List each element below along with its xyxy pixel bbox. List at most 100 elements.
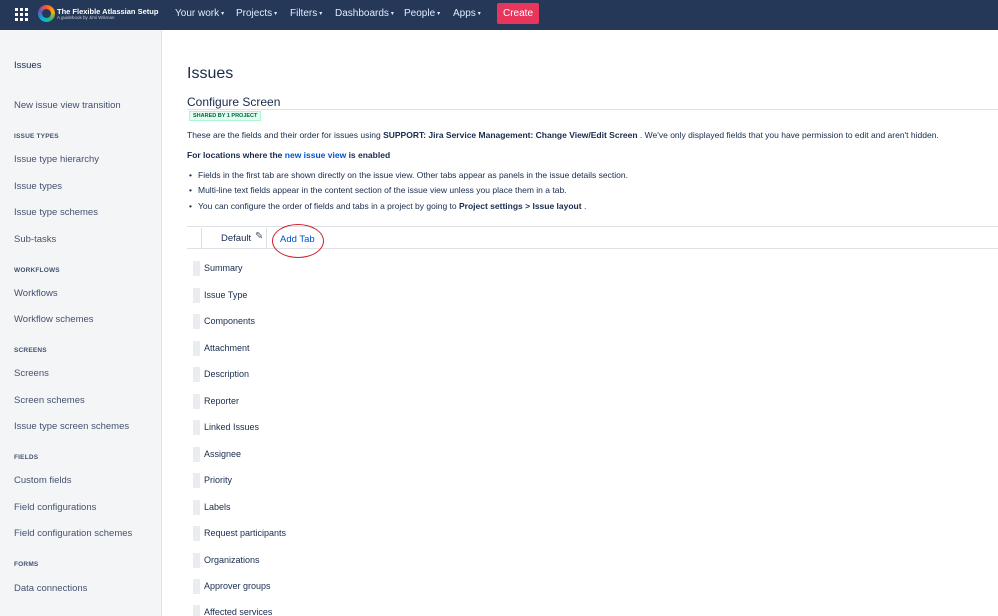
field-row[interactable]: Reporter <box>193 393 393 409</box>
pencil-icon[interactable]: ✎ <box>255 231 263 242</box>
description-text: . We've only displayed fields that you h… <box>637 130 939 140</box>
sidebar-item-screens[interactable]: Screens <box>14 368 49 379</box>
nav-label: Your work <box>175 8 220 19</box>
field-label: Affected services <box>204 607 273 616</box>
field-row[interactable]: Linked Issues <box>193 419 393 435</box>
field-row[interactable]: Attachment <box>193 340 393 356</box>
sidebar-item-data-connections[interactable]: Data connections <box>14 583 87 594</box>
drag-handle-icon[interactable] <box>193 394 200 409</box>
main-content: Issues Configure Screen SHARED BY 1 PROJ… <box>187 30 998 616</box>
locations-text: is enabled <box>346 150 391 160</box>
field-label: Linked Issues <box>204 422 260 432</box>
chevron-down-icon: ▾ <box>477 11 481 17</box>
field-label: Priority <box>204 475 233 485</box>
field-row[interactable]: Assignee <box>193 446 393 462</box>
sidebar-item-custom-fields[interactable]: Custom fields <box>14 475 72 486</box>
field-label: Labels <box>204 502 231 512</box>
nav-label: Filters <box>290 8 318 19</box>
sidebar-heading-screens: SCREENS <box>14 347 47 354</box>
nav-your-work[interactable]: Your work ▾ <box>175 8 224 19</box>
field-row[interactable]: Issue Type <box>193 287 393 303</box>
field-label: Summary <box>204 263 243 273</box>
field-row[interactable]: Request participants <box>193 525 393 541</box>
sidebar-item-issue-type-screen-schemes[interactable]: Issue type screen schemes <box>14 421 129 432</box>
nav-label: Projects <box>236 8 273 19</box>
tab-default-label[interactable]: Default <box>221 233 251 244</box>
drag-handle-icon[interactable] <box>193 447 200 462</box>
logo-icon[interactable] <box>38 5 55 22</box>
top-navigation-bar: The Flexible Atlassian Setup A guidebook… <box>0 0 998 30</box>
drag-handle-icon[interactable] <box>193 288 200 303</box>
drag-handle-icon[interactable] <box>193 314 200 329</box>
drag-handle-icon[interactable] <box>193 261 200 276</box>
field-row[interactable]: Description <box>193 366 393 382</box>
sidebar-title[interactable]: Issues <box>14 60 41 71</box>
sidebar-item-workflow-schemes[interactable]: Workflow schemes <box>14 314 94 325</box>
field-label: Attachment <box>204 343 250 353</box>
info-bullet: Fields in the first tab are shown direct… <box>189 170 628 180</box>
section-title: Configure Screen <box>187 95 281 109</box>
field-label: Request participants <box>204 528 287 538</box>
chevron-down-icon: ▾ <box>319 11 323 17</box>
sidebar-item-screen-schemes[interactable]: Screen schemes <box>14 395 85 406</box>
chevron-down-icon: ▾ <box>390 11 394 17</box>
chevron-down-icon: ▾ <box>437 11 441 17</box>
chevron-down-icon: ▾ <box>274 11 278 17</box>
drag-handle-icon[interactable] <box>193 473 200 488</box>
field-row[interactable]: Approver groups <box>193 578 393 594</box>
field-label: Issue Type <box>204 290 248 300</box>
drag-handle-icon[interactable] <box>193 367 200 382</box>
field-label: Approver groups <box>204 581 271 591</box>
drag-handle-icon[interactable] <box>193 553 200 568</box>
sidebar-item-field-configuration-schemes[interactable]: Field configuration schemes <box>14 528 132 539</box>
field-label: Components <box>204 316 256 326</box>
project-settings-path: Project settings > Issue layout <box>459 201 582 211</box>
sidebar-item-workflows[interactable]: Workflows <box>14 288 58 299</box>
annotation-circle <box>272 224 324 258</box>
sidebar-item-issue-type-hierarchy[interactable]: Issue type hierarchy <box>14 154 99 165</box>
app-switcher-icon[interactable] <box>15 8 28 21</box>
info-bullet: Multi-line text fields appear in the con… <box>189 185 567 195</box>
field-row[interactable]: Priority <box>193 472 393 488</box>
field-row[interactable]: Affected services <box>193 604 393 616</box>
sidebar: Issues New issue view transition ISSUE T… <box>0 30 162 616</box>
drag-handle-icon[interactable] <box>193 500 200 515</box>
create-button[interactable]: Create <box>497 3 539 24</box>
field-row[interactable]: Organizations <box>193 552 393 568</box>
drag-handle-icon[interactable] <box>193 526 200 541</box>
sidebar-item-issue-type-schemes[interactable]: Issue type schemes <box>14 207 98 218</box>
info-bullet: You can configure the order of fields an… <box>189 201 586 211</box>
drag-handle-icon[interactable] <box>193 579 200 594</box>
drag-handle-icon[interactable] <box>193 420 200 435</box>
sidebar-heading-fields: FIELDS <box>14 454 39 461</box>
shared-by-badge[interactable]: SHARED BY 1 PROJECT <box>189 111 262 121</box>
new-issue-view-link[interactable]: new issue view <box>285 150 346 160</box>
field-label: Assignee <box>204 449 242 459</box>
sidebar-item-field-configurations[interactable]: Field configurations <box>14 502 96 513</box>
nav-label: Dashboards <box>335 8 389 19</box>
field-label: Reporter <box>204 396 240 406</box>
sidebar-heading-forms: FORMS <box>14 561 39 568</box>
drag-handle-icon[interactable] <box>193 605 200 616</box>
sidebar-item-issue-types[interactable]: Issue types <box>14 181 62 192</box>
nav-people[interactable]: People ▾ <box>404 8 440 19</box>
field-row[interactable]: Labels <box>193 499 393 515</box>
drag-handle-icon[interactable] <box>193 341 200 356</box>
sidebar-heading-workflows: WORKFLOWS <box>14 267 60 274</box>
divider <box>187 109 998 110</box>
nav-dashboards[interactable]: Dashboards ▾ <box>335 8 394 19</box>
nav-filters[interactable]: Filters ▾ <box>290 8 322 19</box>
description-text: These are the fields and their order for… <box>187 130 384 140</box>
field-label: Organizations <box>204 555 260 565</box>
sidebar-heading-issue-types: ISSUE TYPES <box>14 133 59 140</box>
nav-apps[interactable]: Apps ▾ <box>453 8 481 19</box>
sidebar-item-new-issue-view-transition[interactable]: New issue view transition <box>14 100 121 111</box>
logo-subtitle: A guidebook by Jimi Wikman <box>57 15 115 20</box>
field-label: Description <box>204 369 250 379</box>
nav-label: Apps <box>453 8 476 19</box>
field-row[interactable]: Summary <box>193 260 393 276</box>
field-row[interactable]: Components <box>193 313 393 329</box>
page-title: Issues <box>187 65 234 82</box>
nav-projects[interactable]: Projects ▾ <box>236 8 277 19</box>
sidebar-item-sub-tasks[interactable]: Sub-tasks <box>14 234 56 245</box>
